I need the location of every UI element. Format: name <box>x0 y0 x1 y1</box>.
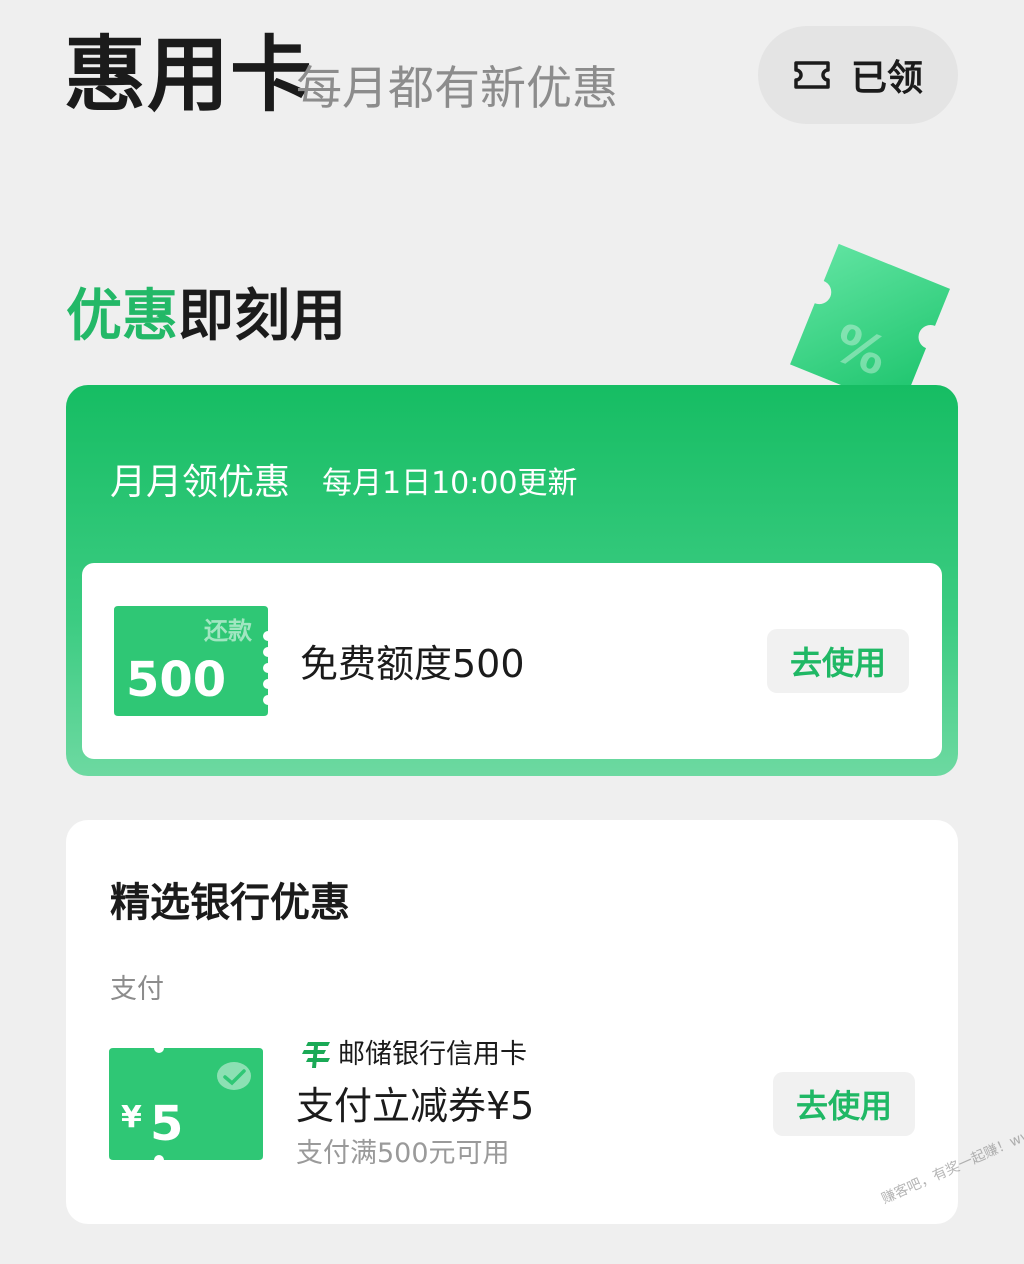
page-subtitle: 每月都有新优惠 <box>296 61 618 115</box>
claimed-label: 已领 <box>850 58 923 99</box>
claimed-button[interactable]: 已领 <box>758 26 958 124</box>
ticket-icon <box>794 61 830 89</box>
section-heading: 优惠即刻用 <box>66 282 346 352</box>
section-heading-rest: 即刻用 <box>178 284 346 349</box>
use-payment-coupon-button[interactable]: 去使用 <box>773 1072 915 1136</box>
payment-offer-title: 支付立减券¥5 <box>296 1084 535 1128</box>
offer-label: 免费额度500 <box>300 642 525 686</box>
coupon-amount: 500 <box>126 652 227 708</box>
page-title: 惠用卡 <box>64 28 314 123</box>
coupon-currency: ¥ <box>121 1100 142 1135</box>
bank-offers-category: 支付 <box>110 974 164 1005</box>
section-heading-highlight: 优惠 <box>66 284 178 349</box>
monthly-update-note: 每月1日10:00更新 <box>322 466 578 501</box>
wechat-pay-icon <box>217 1062 251 1090</box>
monthly-title: 月月领优惠 <box>110 462 291 503</box>
coupon-tag: 还款 <box>204 617 252 645</box>
use-repayment-coupon-button[interactable]: 去使用 <box>767 629 909 693</box>
postal-bank-logo-icon <box>302 1042 330 1068</box>
discount-ticket-icon: % <box>790 243 950 402</box>
page: 惠用卡 每月都有新优惠 已领 优惠即刻用 % 月月领优惠 每月1日10:00更新 <box>0 0 1024 1264</box>
bank-offers-title: 精选银行优惠 <box>110 880 350 926</box>
payment-offer-condition: 支付满500元可用 <box>296 1138 510 1169</box>
coupon-value: 5 <box>150 1096 184 1152</box>
bank-name: 邮储银行信用卡 <box>338 1039 527 1070</box>
